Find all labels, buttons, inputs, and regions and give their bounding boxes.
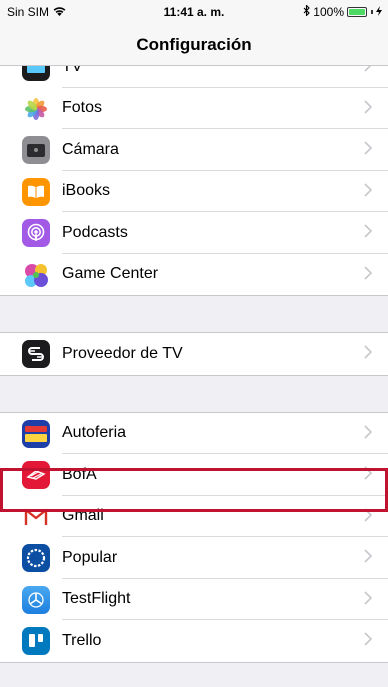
page-title: Configuración (136, 35, 252, 54)
chevron-right-icon (364, 466, 373, 480)
settings-row-popular[interactable]: Popular (0, 537, 388, 579)
chevron-right-icon (364, 590, 373, 605)
row-label: Popular (62, 548, 118, 566)
gmail-icon (22, 502, 50, 531)
chevron-right-icon (364, 549, 373, 563)
photos-icon (22, 94, 50, 123)
podcasts-icon (22, 219, 50, 247)
tv-provider-icon (22, 340, 50, 368)
charging-icon (376, 5, 382, 19)
game-center-icon (22, 260, 50, 289)
chevron-right-icon (364, 632, 373, 646)
settings-row-trello[interactable]: Trello (0, 620, 388, 662)
battery-icon (347, 7, 367, 17)
settings-row-camara[interactable]: Cámara (0, 129, 388, 171)
trello-icon (22, 627, 50, 655)
settings-row-proveedor-de-tv[interactable]: Proveedor de TV (0, 333, 388, 375)
battery-tip (371, 10, 373, 14)
chevron-right-icon (364, 141, 373, 155)
chevron-right-icon (364, 265, 373, 280)
tv-icon (22, 66, 50, 81)
navigation-bar: Configuración (0, 22, 388, 66)
apps-group-system: TV Fotos Cámara iBooks Podcasts Game Center (0, 66, 388, 296)
chevron-right-icon (364, 507, 373, 522)
camera-icon (22, 136, 50, 164)
bofa-icon (22, 461, 50, 489)
row-label: Trello (62, 631, 102, 649)
status-right: 100% (303, 4, 382, 19)
chevron-right-icon (364, 66, 372, 72)
chevron-right-icon (364, 224, 373, 238)
row-label: Proveedor de TV (62, 344, 183, 362)
row-label: Gmail (62, 507, 104, 525)
testflight-icon (22, 585, 50, 614)
row-label: Podcasts (62, 223, 128, 241)
row-label: Cámara (62, 140, 119, 158)
row-label: TestFlight (62, 590, 131, 608)
chevron-right-icon (364, 99, 373, 114)
popular-icon (22, 544, 50, 572)
third-party-apps-group: Autoferia BofA Gmail Popular TestFlight Trell… (0, 411, 388, 663)
chevron-right-icon (364, 424, 373, 439)
settings-row-ibooks[interactable]: iBooks (0, 170, 388, 212)
row-label: Autoferia (62, 424, 127, 442)
settings-list[interactable]: TV Fotos Cámara iBooks Podcasts Game Center P… (0, 66, 388, 687)
row-label: Game Center (62, 265, 159, 283)
settings-row-podcasts[interactable]: Podcasts (0, 212, 388, 254)
chevron-right-icon (364, 345, 373, 359)
tv-provider-group: Proveedor de TV (0, 332, 388, 376)
row-label: BofA (62, 465, 97, 483)
settings-row-tv[interactable]: TV (0, 66, 388, 88)
ibooks-icon (22, 177, 50, 206)
bluetooth-icon (303, 4, 311, 19)
row-label: iBooks (62, 182, 111, 200)
chevron-right-icon (364, 182, 373, 197)
row-label: Fotos (62, 99, 103, 117)
settings-row-autoferia[interactable]: Autoferia (0, 412, 388, 454)
battery-percent: 100% (313, 5, 344, 19)
settings-row-gmail[interactable]: Gmail (0, 495, 388, 537)
settings-row-bofa[interactable]: BofA (0, 454, 388, 496)
settings-row-game-center[interactable]: Game Center (0, 253, 388, 295)
settings-row-testflight[interactable]: TestFlight (0, 578, 388, 620)
status-bar: Sin SIM 11:41 a. m. 100% (0, 0, 388, 22)
settings-row-fotos[interactable]: Fotos (0, 87, 388, 129)
autoferia-icon (22, 419, 50, 448)
row-label: TV (62, 66, 83, 75)
